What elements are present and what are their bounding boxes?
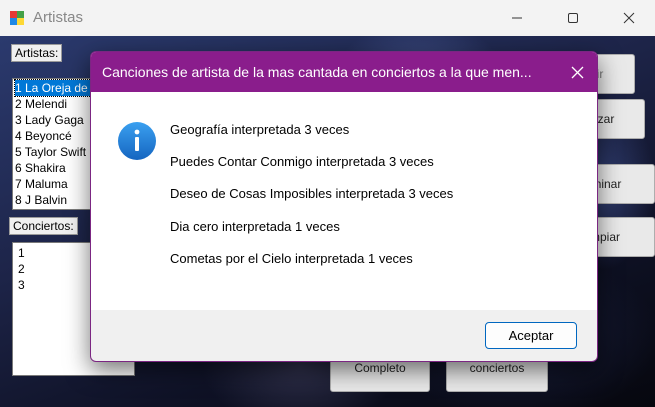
message-line: Geografía interpretada 3 veces xyxy=(170,122,350,137)
dialog-title: Canciones de artista de la mas cantada e… xyxy=(102,64,532,80)
window-title: Artistas xyxy=(33,9,84,26)
minimize-icon xyxy=(512,17,522,19)
message-line: Puedes Contar Conmigo interpretada 3 vec… xyxy=(170,154,434,169)
message-line: Dia cero interpretada 1 veces xyxy=(170,219,340,234)
message-dialog: Canciones de artista de la mas cantada e… xyxy=(90,51,598,362)
maximize-button[interactable] xyxy=(550,0,596,36)
message-line: Cometas por el Cielo interpretada 1 vece… xyxy=(170,251,413,266)
artists-label: Artistas: xyxy=(11,44,63,62)
dialog-body: Geografía interpretada 3 veces Puedes Co… xyxy=(91,92,597,310)
close-icon xyxy=(571,66,583,78)
message-line: Deseo de Cosas Imposibles interpretada 3… xyxy=(170,186,454,201)
close-icon xyxy=(623,12,635,24)
accept-button[interactable]: Aceptar xyxy=(485,322,577,349)
app-icon xyxy=(10,11,24,25)
concerts-label: Conciertos: xyxy=(9,217,78,235)
minimize-button[interactable] xyxy=(494,0,540,36)
dialog-titlebar: Canciones de artista de la mas cantada e… xyxy=(91,52,597,92)
window-titlebar: Artistas xyxy=(0,0,655,36)
info-icon xyxy=(118,122,156,160)
maximize-icon xyxy=(568,13,578,23)
close-button[interactable] xyxy=(606,0,652,36)
dialog-close-button[interactable] xyxy=(557,52,597,92)
